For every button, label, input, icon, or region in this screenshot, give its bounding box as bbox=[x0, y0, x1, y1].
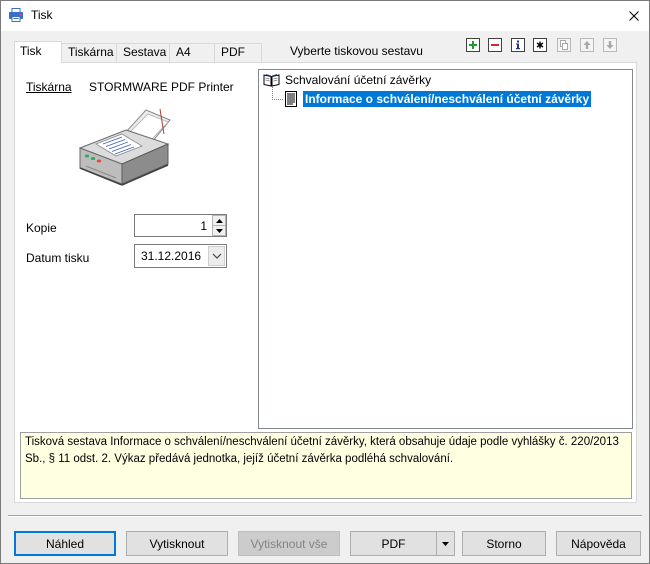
report-tree[interactable]: Schvalování účetní závěrky Informace o s… bbox=[258, 69, 633, 429]
preview-button-label: Náhled bbox=[45, 536, 85, 551]
printer-link[interactable]: Tiskárna bbox=[26, 80, 72, 94]
close-icon bbox=[629, 10, 639, 21]
asterisk-icon bbox=[533, 38, 547, 52]
print-date-input[interactable] bbox=[135, 245, 207, 267]
add-icon bbox=[466, 38, 480, 52]
preview-button[interactable]: Náhled bbox=[14, 531, 116, 556]
dropdown-arrow-icon bbox=[442, 541, 449, 546]
tab-label: Sestava bbox=[123, 45, 167, 59]
pdf-split-button: PDF bbox=[350, 531, 455, 556]
report-description: Tisková sestava Informace o schválení/ne… bbox=[20, 432, 632, 499]
pdf-dropdown-button[interactable] bbox=[437, 532, 454, 555]
printer-name: STORMWARE PDF Printer bbox=[89, 80, 234, 94]
tab-label: Tiskárna bbox=[68, 45, 114, 59]
copies-decrement-button[interactable] bbox=[212, 225, 226, 236]
chevron-down-icon bbox=[212, 253, 221, 259]
remove-icon bbox=[488, 38, 502, 52]
report-info-button[interactable] bbox=[510, 37, 526, 53]
close-button[interactable] bbox=[619, 1, 649, 30]
copy-report-button bbox=[556, 37, 572, 53]
remove-report-button[interactable] bbox=[487, 37, 503, 53]
help-button[interactable]: Nápověda bbox=[556, 531, 641, 556]
tab-a4[interactable]: A4 bbox=[170, 43, 215, 62]
print-date-dropdown-button[interactable] bbox=[208, 246, 225, 266]
chevron-up-icon bbox=[215, 218, 223, 223]
tab-label: PDF bbox=[221, 45, 245, 59]
tab-pdf[interactable]: PDF bbox=[215, 43, 262, 62]
chevron-down-icon bbox=[215, 228, 223, 233]
separator bbox=[8, 515, 642, 517]
pdf-button-label: PDF bbox=[381, 536, 406, 551]
pdf-button[interactable]: PDF bbox=[351, 532, 437, 555]
tree-node-selected[interactable]: Informace o schválení/neschválení účetní… bbox=[303, 91, 592, 107]
tab-label: A4 bbox=[176, 45, 191, 59]
info-icon bbox=[511, 38, 525, 52]
move-up-button bbox=[579, 37, 595, 53]
copies-spinbox bbox=[134, 214, 227, 237]
title-bar: Tisk bbox=[0, 0, 650, 31]
print-all-button-label: Vytisknout vše bbox=[250, 536, 328, 551]
tree-node-root[interactable]: Schvalování účetní závěrky bbox=[285, 73, 431, 87]
tab-label: Tisk bbox=[20, 44, 42, 58]
document-icon bbox=[285, 91, 297, 107]
add-report-button[interactable] bbox=[465, 37, 481, 53]
print-button-label: Vytisknout bbox=[149, 536, 205, 551]
copy-icon bbox=[557, 38, 571, 52]
print-button[interactable]: Vytisknout bbox=[126, 531, 228, 556]
tab-report[interactable]: Sestava bbox=[117, 43, 170, 62]
favorite-report-button[interactable] bbox=[532, 37, 548, 53]
tree-connector bbox=[272, 87, 283, 100]
move-down-icon bbox=[603, 38, 617, 52]
copies-label: Kopie bbox=[26, 221, 57, 235]
print-app-icon bbox=[8, 7, 24, 23]
printer-icon bbox=[76, 106, 172, 188]
print-all-button: Vytisknout vše bbox=[238, 531, 340, 556]
move-down-button bbox=[602, 37, 618, 53]
cancel-button-label: Storno bbox=[486, 536, 522, 551]
window-title: Tisk bbox=[31, 8, 53, 22]
print-date-picker bbox=[134, 244, 227, 268]
report-selector-label: Vyberte tiskovou sestavu bbox=[290, 44, 423, 58]
book-icon bbox=[263, 73, 280, 87]
tab-print[interactable]: Tisk bbox=[14, 41, 62, 63]
copies-input[interactable] bbox=[135, 215, 212, 236]
move-up-icon bbox=[580, 38, 594, 52]
help-button-label: Nápověda bbox=[571, 536, 626, 551]
tab-printer[interactable]: Tiskárna bbox=[62, 43, 117, 62]
print-date-label: Datum tisku bbox=[26, 251, 90, 265]
cancel-button[interactable]: Storno bbox=[462, 531, 546, 556]
